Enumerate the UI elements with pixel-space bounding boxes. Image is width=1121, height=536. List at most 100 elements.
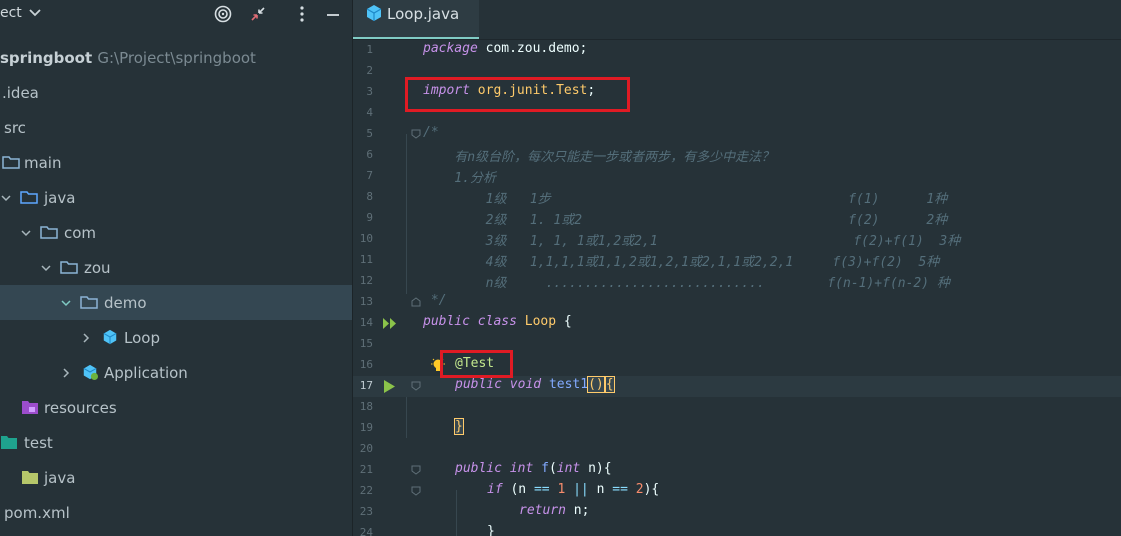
tree-item-pom[interactable]: pom.xml [0,495,352,530]
tree-item-label: demo [104,294,147,312]
run-test-icon[interactable] [384,380,395,393]
code-line-18: 18 [353,397,1121,418]
method-name: f [541,461,549,476]
code-text: } [454,418,464,435]
tree-item-test[interactable]: test [0,425,352,460]
line-number: 13 [359,295,373,308]
code-token: n; [565,503,590,518]
tree-item-java[interactable]: java [0,180,352,215]
line-number: 7 [366,169,373,182]
code-token: } [487,524,495,536]
line-number: 4 [366,106,373,119]
package-icon [80,296,98,309]
code-token: n [588,482,613,497]
operator: || [573,482,589,497]
tree-item-main[interactable]: main [0,145,352,180]
tree-item-springboot[interactable]: springboot G:\Project\springboot [0,40,352,75]
line-number: 15 [359,337,373,350]
run-all-icon[interactable] [383,318,397,329]
line-number: 22 [359,484,373,497]
tree-item-label: .idea [2,84,39,102]
code-line-22: 22 if (n == 1 || n == 2){ [353,481,1121,502]
tree-item-resources[interactable]: resources [0,390,352,425]
chevron-down-icon[interactable] [0,192,12,204]
number: 1 [557,482,566,497]
line-number: 3 [366,85,373,98]
code-token: () [587,376,605,393]
code-line-5: 5 /* [353,124,1121,145]
chevron-down-icon[interactable] [28,6,42,20]
fold-icon[interactable] [411,129,421,139]
tree-item-zou[interactable]: zou [0,250,352,285]
line-number: 14 [359,316,373,329]
chevron-right-icon[interactable] [60,367,72,379]
code-text: public int f(int n){ [455,461,612,476]
code-token: (n [502,482,534,497]
code-line-23: 23 return n; [353,502,1121,523]
keyword: int [509,461,534,476]
code-line-17: 17 public void test1(){ [353,376,1121,397]
code-token: { [604,376,615,393]
tree-item-com[interactable]: com [0,215,352,250]
tree-item-src[interactable]: src [0,110,352,145]
spring-class-icon [83,364,98,380]
chevron-down-icon[interactable] [40,262,52,274]
tree-item-label: resources [44,399,117,417]
folder-icon [2,156,20,169]
line-number: 5 [366,127,373,140]
chevron-down-icon[interactable] [60,297,72,309]
tab-label: Loop.java [387,5,460,23]
collapse-all-icon[interactable] [248,4,268,24]
code-editor[interactable]: 1 package com.zou.demo; 2 3 import org.j… [353,40,1121,536]
tree-item-loop[interactable]: Loop [0,320,352,355]
code-line-21: 21 public int f(int n){ [353,460,1121,481]
comment: n级 ............................ f(n-1)+f… [423,276,950,291]
fold-icon[interactable] [411,381,421,391]
line-number: 20 [359,442,373,455]
target-icon[interactable] [213,4,233,24]
fold-icon[interactable] [411,486,421,496]
code-text: return n; [519,503,589,518]
code-line-11: 11 4级 1,1,1,1或1,1,2或1,2,1或2,1,1或2,2,1 f(… [353,250,1121,271]
tree-item-application[interactable]: Application [0,355,352,390]
java-class-icon [103,329,117,345]
comment: 有n级台阶，每次只能走一步或者两步，有多少中走法？ [423,150,775,165]
package-icon [40,226,58,239]
package-icon [60,261,78,274]
code-line-20: 20 [353,439,1121,460]
method-name: test1 [548,377,589,392]
code-line-24: 24 } [353,523,1121,536]
code-line-12: 12 n级 ............................ f(n-1… [353,271,1121,292]
tab-loop-java[interactable]: Loop.java [353,0,479,39]
keyword: return [519,503,566,518]
fold-icon[interactable] [411,297,421,307]
chevron-down-icon[interactable] [20,227,32,239]
tree-item-label: com [64,224,97,242]
tree-item-label: Application [104,364,188,382]
tree-item-idea[interactable]: .idea [0,75,352,110]
line-number: 2 [366,64,373,77]
keyword: public [455,377,502,392]
test-folder-icon [1,436,17,449]
keyword: if [487,482,503,497]
code-text: public void test1(){ [455,376,615,393]
line-number: 18 [359,400,373,413]
code-token: com.zou.demo; [477,41,588,56]
chevron-right-icon[interactable] [80,332,92,344]
comment: 3级 1, 1, 1或1,2或2,1 f(2)+f(1) 3种 [423,234,961,249]
tree-item-demo[interactable]: demo [0,285,352,320]
line-number: 19 [359,421,373,434]
code-line-14: 14 public class Loop { [353,313,1121,334]
tree-item-label: src [4,119,26,137]
fold-icon[interactable] [411,465,421,475]
code-token: } [454,418,464,435]
code-line-10: 10 3级 1, 1, 1或1,2或2,1 f(2)+f(1) 3种 [353,229,1121,250]
tree-item-label: Loop [124,329,160,347]
project-view-title[interactable]: ect [0,5,22,21]
tree-item-test-java[interactable]: java [0,460,352,495]
keyword: int [556,461,581,476]
minimize-icon[interactable] [323,4,343,24]
tree-item-label: springboot G:\Project\springboot [0,49,256,67]
code-line-7: 7 1.分析 [353,166,1121,187]
more-options-icon[interactable] [292,4,312,24]
